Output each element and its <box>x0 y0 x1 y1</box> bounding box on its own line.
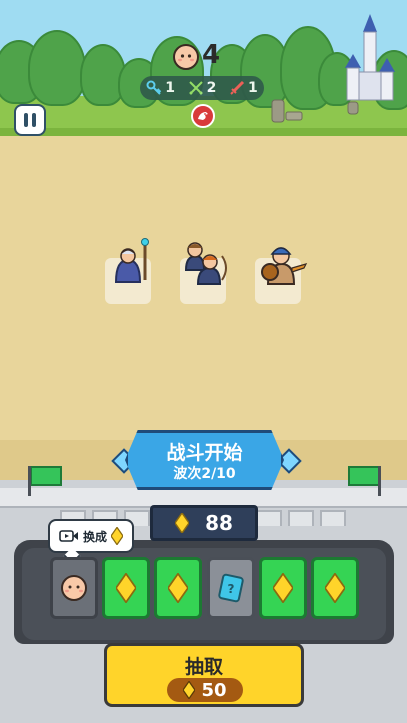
card-gem[interactable] <box>154 557 202 619</box>
wave-counter: 波次2/10 <box>173 466 236 482</box>
stat-sword: 1 <box>229 80 258 96</box>
lives-face-icon <box>173 44 199 70</box>
draw-button[interactable]: 抽取 50 <box>104 643 304 707</box>
flag-pole <box>28 466 31 496</box>
diamond-gem-icon <box>183 681 196 699</box>
flag-pole <box>378 466 381 496</box>
card-mystery[interactable]: ? <box>207 557 255 619</box>
wizard-hero-icon[interactable] <box>108 236 154 288</box>
green-flag-icon <box>30 466 62 486</box>
card-face[interactable] <box>50 557 98 619</box>
diamond-gem-icon <box>116 573 136 603</box>
svg-text:?: ? <box>228 582 235 596</box>
tree <box>28 30 86 106</box>
stat-value: 1 <box>247 80 258 96</box>
lives-count: 4 <box>202 40 221 70</box>
pause-icon <box>24 113 28 127</box>
draw-cost-value: 50 <box>201 679 227 701</box>
pause-button[interactable] <box>14 104 46 136</box>
rock-icon <box>347 101 359 115</box>
swap-label: 换成 <box>82 529 107 544</box>
battlefield <box>0 136 407 476</box>
rocks-icon <box>271 99 303 123</box>
gold-counter: 88 <box>150 505 258 541</box>
sword-icon <box>230 80 244 95</box>
archer-hero-icon[interactable] <box>178 234 230 288</box>
warrior-hero-icon[interactable] <box>258 240 308 288</box>
card-gem[interactable] <box>311 557 359 619</box>
card-gem[interactable] <box>259 557 307 619</box>
draw-label: 抽取 <box>184 656 223 678</box>
video-icon <box>59 530 78 542</box>
green-flag-icon <box>348 466 380 486</box>
stat-value: 1 <box>165 80 176 96</box>
wall-crenel <box>320 510 346 526</box>
diamond-gem-icon <box>175 513 190 533</box>
draw-cost: 50 <box>167 678 243 702</box>
mystery-card-icon: ? <box>218 573 244 603</box>
crossed-swords-icon <box>188 81 203 95</box>
swap-ad-button[interactable]: 换成 <box>48 519 134 553</box>
key-icon <box>146 80 162 95</box>
castle-icon <box>345 14 395 101</box>
wall-crenel <box>256 510 282 526</box>
stat-key: 1 <box>146 80 175 96</box>
diamond-gem-icon <box>273 573 293 603</box>
stat-value: 2 <box>206 80 217 96</box>
diamond-gem-icon <box>111 527 123 545</box>
banner-title: 战斗开始 <box>166 442 243 464</box>
diamond-gem-icon <box>325 573 345 603</box>
wall-crenel <box>288 510 314 526</box>
card-gem[interactable] <box>102 557 150 619</box>
battle-start-banner: 战斗开始 波次2/10 <box>111 430 302 490</box>
diamond-gem-icon <box>168 573 188 603</box>
stat-crossed-swords: 2 <box>188 80 217 96</box>
dragon-boss-icon[interactable] <box>191 104 215 128</box>
stats-bar: 1 2 1 <box>140 76 264 100</box>
smiley-face-icon <box>61 575 87 601</box>
pause-icon-bar <box>32 113 36 127</box>
gold-value: 88 <box>205 511 233 535</box>
